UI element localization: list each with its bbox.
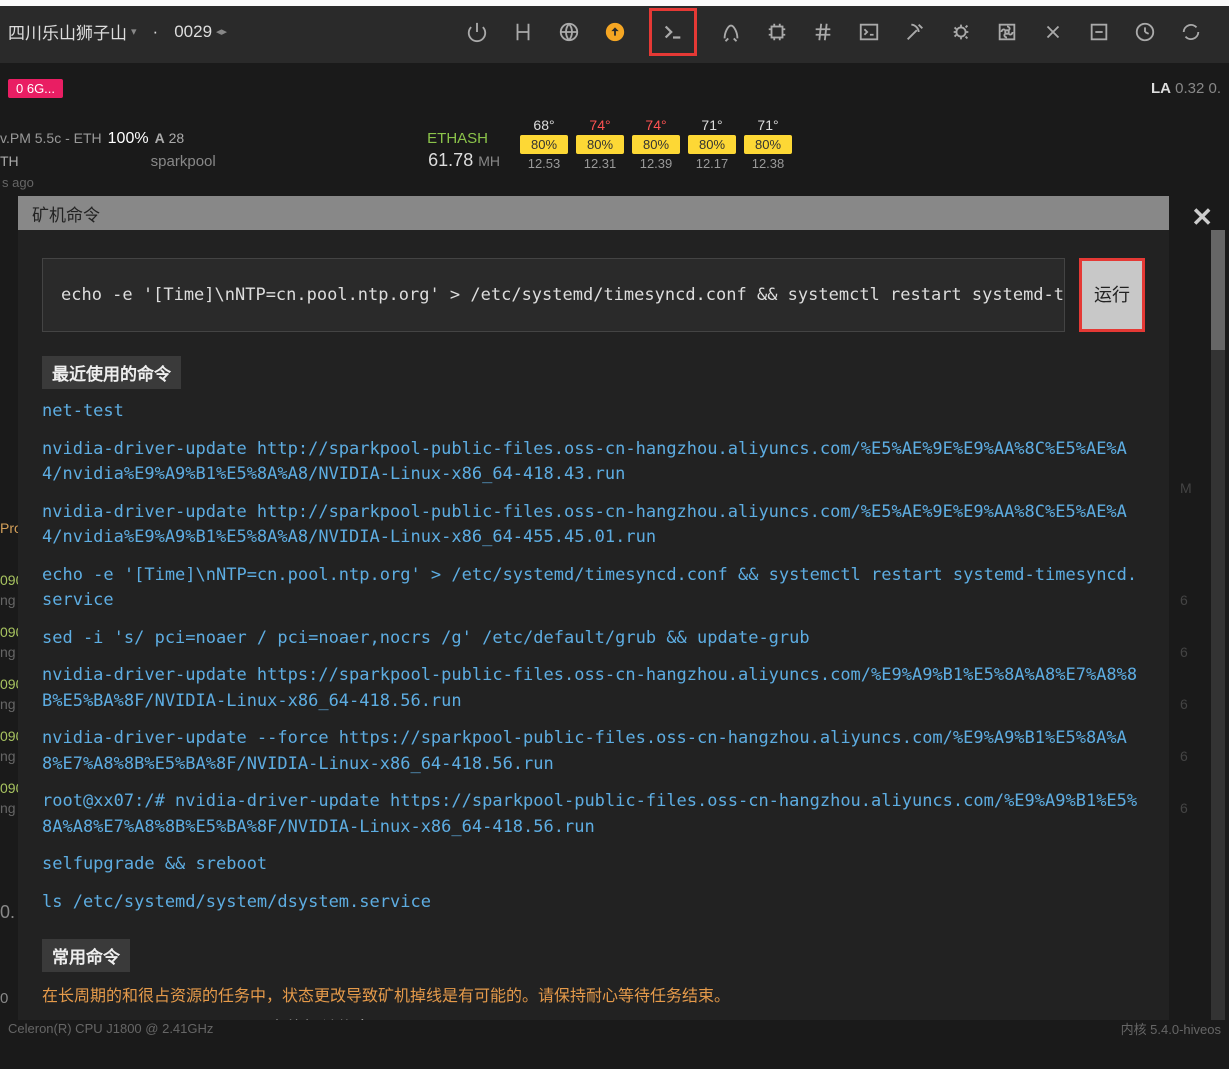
accepted-label: A 28 <box>155 130 185 146</box>
kernel-info: 内核 5.4.0-hiveos <box>1121 1019 1221 1038</box>
gpu-fan: 80% <box>520 135 568 154</box>
subbar: 0 6G... LA 0.32 0. <box>0 63 1229 113</box>
worker-select[interactable]: 0029 ◂▸ <box>174 22 227 42</box>
bg-0: 0 <box>0 990 8 1007</box>
tools-icon[interactable] <box>1041 20 1065 44</box>
gpu-col: 74° 80% 12.39 <box>630 117 682 171</box>
gpu-hashrate: 12.31 <box>584 156 617 171</box>
gpu-hashrate: 12.39 <box>640 156 673 171</box>
rocket-icon[interactable] <box>719 20 743 44</box>
chip-icon[interactable] <box>765 20 789 44</box>
fan-icon[interactable] <box>995 20 1019 44</box>
network-icon[interactable] <box>511 20 535 44</box>
bg-6c: 6 <box>1180 696 1188 712</box>
caret-icon: ▾ <box>131 25 137 38</box>
miner-pct: 100% <box>108 130 149 148</box>
recent-command[interactable]: root@xx07:/# nvidia-driver-update https:… <box>42 789 1145 840</box>
modal-title: 矿机命令 <box>32 201 100 226</box>
recent-command[interactable]: nvidia-driver-update https://sparkpool-p… <box>42 663 1145 714</box>
bg-6a: 6 <box>1180 592 1188 608</box>
scrollbar-thumb[interactable] <box>1211 230 1225 350</box>
minimize-icon[interactable] <box>1087 20 1111 44</box>
modal-header: 矿机命令 <box>18 196 1169 230</box>
gpu-col: 71° 80% 12.17 <box>686 117 738 171</box>
close-icon[interactable]: ✕ <box>1191 202 1213 233</box>
recent-list: net-test nvidia-driver-update http://spar… <box>42 399 1145 915</box>
load-average: LA 0.32 0. <box>1151 80 1221 97</box>
globe-icon[interactable] <box>557 20 581 44</box>
gpu-col: 74° 80% 12.31 <box>574 117 626 171</box>
common-header: 常用命令 <box>42 939 130 972</box>
hashrate: 61.78 MH <box>428 150 500 171</box>
refresh-icon[interactable] <box>1179 20 1203 44</box>
hash-icon[interactable] <box>811 20 835 44</box>
gpu-badge[interactable]: 0 6G... <box>8 79 63 98</box>
bg-6d: 6 <box>1180 748 1188 764</box>
topbar: 四川乐山狮子山 ▾ · 0029 ◂▸ <box>0 0 1229 63</box>
bg-6b: 6 <box>1180 644 1188 660</box>
warning-text: 在长周期的和很占资源的任务中，状态更改导致矿机掉线是有可能的。请保持耐心等待任务… <box>42 982 1145 1006</box>
location-select[interactable]: 四川乐山狮子山 ▾ <box>8 19 137 44</box>
pickaxe-icon[interactable] <box>903 20 927 44</box>
time-ago: s ago <box>0 175 1229 190</box>
browser-edge <box>0 0 1229 6</box>
gpu-fan: 80% <box>576 135 624 154</box>
clock-icon[interactable] <box>1133 20 1157 44</box>
toolbar-icons <box>465 8 1221 56</box>
recent-header: 最近使用的命令 <box>42 356 181 389</box>
caret-icon: ◂▸ <box>216 25 227 38</box>
location-label: 四川乐山狮子山 <box>8 19 127 44</box>
bg-6e: 6 <box>1180 800 1188 816</box>
power-icon[interactable] <box>465 20 489 44</box>
upgrade-icon[interactable] <box>603 20 627 44</box>
recent-command[interactable]: net-test <box>42 399 1145 425</box>
gpu-fan: 80% <box>688 135 736 154</box>
gpu-col: 71° 80% 12.38 <box>742 117 794 171</box>
gpu-temp: 71° <box>757 117 778 133</box>
gpu-temp: 74° <box>589 117 610 133</box>
coin-label: TH <box>0 153 19 169</box>
recent-command[interactable]: echo -e '[Time]\nNTP=cn.pool.ntp.org' > … <box>42 563 1145 614</box>
worker-label: 0029 <box>174 22 212 42</box>
bg-num: 0. <box>0 902 15 923</box>
gpu-fan: 80% <box>744 135 792 154</box>
location-wrap: 四川乐山狮子山 ▾ · 0029 ◂▸ <box>8 19 227 44</box>
cpu-info: Celeron(R) CPU J1800 @ 2.41GHz <box>8 1021 213 1036</box>
algo-label: ETHASH <box>427 130 488 147</box>
gpu-temp: 74° <box>645 117 666 133</box>
gpu-hashrate: 12.53 <box>528 156 561 171</box>
bg-m: M <box>1180 480 1192 496</box>
command-input-wrap: echo -e '[Time]\nNTP=cn.pool.ntp.org' > … <box>42 258 1145 332</box>
recent-command[interactable]: sed -i 's/ pci=noaer / pci=noaer,nocrs /… <box>42 626 1145 652</box>
pool-name: sparkpool <box>151 153 216 170</box>
gpu-temp: 68° <box>533 117 554 133</box>
modal-scrollbar[interactable] <box>1211 230 1225 1020</box>
gpu-grid: 68° 80% 12.5374° 80% 12.3174° 80% 12.397… <box>518 117 794 171</box>
recent-command[interactable]: selfupgrade && sreboot <box>42 852 1145 878</box>
gpu-hashrate: 12.17 <box>696 156 729 171</box>
stats-row: v.PM 5.5c - ETH 100% A 28 ETHASH TH spar… <box>0 113 1229 175</box>
footer: Celeron(R) CPU J1800 @ 2.41GHz 内核 5.4.0-… <box>0 1020 1229 1037</box>
bug-icon[interactable] <box>949 20 973 44</box>
gpu-hashrate: 12.38 <box>752 156 785 171</box>
recent-command[interactable]: nvidia-driver-update http://sparkpool-pu… <box>42 437 1145 488</box>
terminal-icon[interactable] <box>649 8 697 56</box>
modal-body: echo -e '[Time]\nNTP=cn.pool.ntp.org' > … <box>18 230 1169 1020</box>
miner-name: v.PM 5.5c - ETH <box>0 130 102 146</box>
gpu-col: 68° 80% 12.53 <box>518 117 570 171</box>
gpu-fan: 80% <box>632 135 680 154</box>
command-input[interactable]: echo -e '[Time]\nNTP=cn.pool.ntp.org' > … <box>42 258 1065 332</box>
run-button[interactable]: 运行 <box>1079 258 1145 332</box>
command-modal: 矿机命令 ✕ echo -e '[Time]\nNTP=cn.pool.ntp.… <box>18 196 1169 1020</box>
console-icon[interactable] <box>857 20 881 44</box>
gpu-temp: 71° <box>701 117 722 133</box>
recent-command[interactable]: nvidia-driver-update --force https://spa… <box>42 726 1145 777</box>
recent-command[interactable]: nvidia-driver-update http://sparkpool-pu… <box>42 500 1145 551</box>
recent-command[interactable]: ls /etc/systemd/system/dsystem.service <box>42 890 1145 916</box>
